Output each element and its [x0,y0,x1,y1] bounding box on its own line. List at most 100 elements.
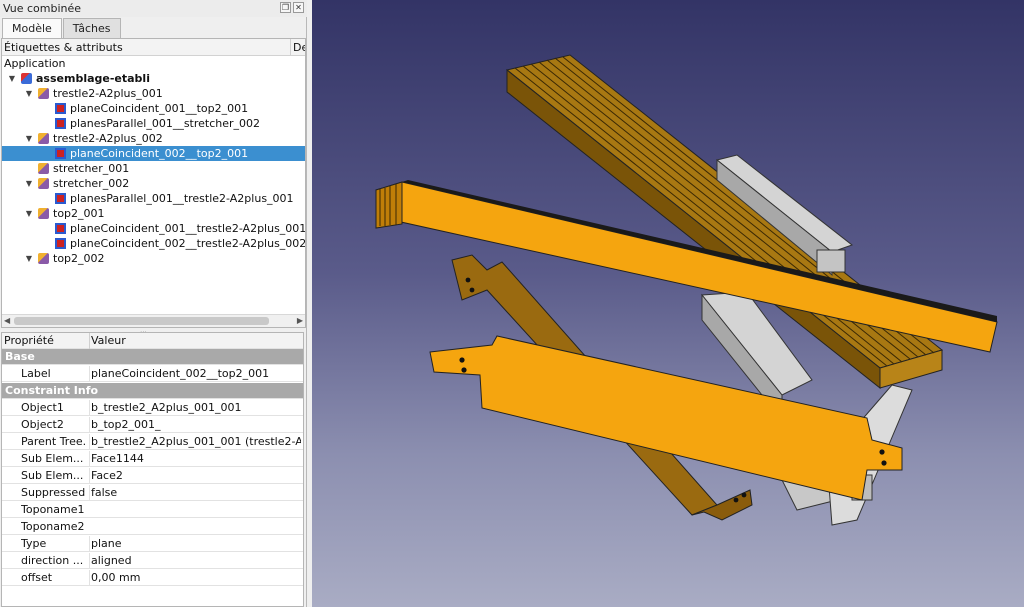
property-name: Toponame2 [21,520,85,533]
tree-item[interactable]: ▼ trestle2-A2plus_001 [2,86,305,101]
property-row[interactable]: Label planeCoincident_002__top2_001 [2,366,303,382]
part-icon [38,163,49,174]
scroll-right-icon[interactable]: ▶ [297,315,303,327]
property-name: offset [21,571,53,584]
property-editor: Propriété Valeur Base Label planeCoinciden… [1,332,304,607]
constraint-icon [55,193,66,204]
property-row[interactable]: Object2 b_top2_001_ [2,417,303,433]
property-row[interactable]: offset 0,00 mm [2,570,303,586]
expand-arrow-icon[interactable]: ▼ [24,206,34,221]
tree-root-label: Application [4,57,66,70]
property-value[interactable]: aligned [89,553,301,569]
tree-item-label: trestle2-A2plus_002 [53,132,163,145]
property-value[interactable]: b_trestle2_A2plus_001_001 [89,400,301,416]
tree-item-label: stretcher_002 [53,177,130,190]
property-name: Sub Elem... [21,469,84,482]
tree-item[interactable]: ▼ trestle2-A2plus_002 [2,131,305,146]
3d-model-render[interactable] [312,0,1024,607]
scroll-left-icon[interactable]: ◀ [4,315,10,327]
tab-model[interactable]: Modèle [2,18,62,39]
tree-item[interactable]: planeCoincident_001__trestle2-A2plus_001 [2,221,305,236]
property-row[interactable]: Type plane [2,536,303,552]
property-name: Parent Tree... [21,435,85,448]
tree-root-application[interactable]: Application [2,56,305,71]
constraint-icon [55,148,66,159]
property-row[interactable]: Sub Elem... Face2 [2,468,303,484]
assembly-icon [21,73,32,84]
property-name: Label [21,367,51,380]
property-value[interactable]: Face2 [89,468,301,484]
tree-item-label: planesParallel_001__stretcher_002 [70,117,261,130]
property-group[interactable]: Base [2,349,303,365]
property-value[interactable]: plane [89,536,301,552]
property-group[interactable]: Constraint Info [2,383,303,399]
property-name: Object2 [21,418,64,431]
tree-item[interactable]: ▼ assemblage-etabli [2,71,305,86]
property-row[interactable]: Suppressed false [2,485,303,501]
property-row[interactable]: Object1 b_trestle2_A2plus_001_001 [2,400,303,416]
tree-item[interactable]: ▼ top2_001 [2,206,305,221]
constraint-icon [55,223,66,234]
tree-item[interactable]: planeCoincident_002__top2_001 [2,146,305,161]
tree-item[interactable]: planeCoincident_002__trestle2-A2plus_002 [2,236,305,251]
tab-tasks[interactable]: Tâches [62,18,121,38]
tree-item-label: stretcher_001 [53,162,130,175]
property-value[interactable]: 0,00 mm [89,570,301,586]
property-name: Sub Elem... [21,452,84,465]
combined-view-panel: Vue combinée ❐ ✕ Modèle Tâches Étiquette… [0,0,307,607]
property-value[interactable]: false [89,485,301,501]
property-row[interactable]: direction ... aligned [2,553,303,569]
part-icon [38,208,49,219]
tree-item[interactable]: planesParallel_001__trestle2-A2plus_001 [2,191,305,206]
scrollbar-thumb[interactable] [14,317,269,325]
expand-arrow-icon[interactable]: ▼ [24,251,34,266]
property-row[interactable]: Toponame1 [2,502,303,518]
expand-arrow-icon[interactable]: ▼ [7,71,17,86]
tree-item[interactable]: ▼ stretcher_002 [2,176,305,191]
expand-arrow-icon[interactable]: ▼ [24,86,34,101]
tree-header: Étiquettes & attributs De [2,39,305,56]
property-value[interactable]: planeCoincident_002__top2_001 [89,366,301,382]
property-row[interactable]: Parent Tree... b_trestle2_A2plus_001_001 … [2,434,303,450]
tree-header-labels[interactable]: Étiquettes & attributs [4,41,123,54]
property-header-value: Valeur [89,333,301,349]
tree-item-label: trestle2-A2plus_001 [53,87,163,100]
property-name: Object1 [21,401,64,414]
tree-item-label: planeCoincident_001__trestle2-A2plus_001 [70,222,306,235]
tree-item-label: assemblage-etabli [36,72,150,85]
property-value[interactable]: b_trestle2_A2plus_001_001 (trestle2-A2..… [89,434,301,450]
property-name: Suppressed [21,486,85,499]
float-panel-icon[interactable]: ❐ [280,2,291,13]
tree-item[interactable]: stretcher_001 [2,161,305,176]
tree-item[interactable]: ▼ top2_002 [2,251,305,266]
part-icon [38,253,49,264]
tree-item-label: planeCoincident_002__trestle2-A2plus_002 [70,237,306,250]
property-row[interactable]: Sub Elem... Face1144 [2,451,303,467]
close-panel-icon[interactable]: ✕ [293,2,304,13]
property-name: direction ... [21,554,84,567]
tree-header-description[interactable]: De [290,39,305,56]
expand-arrow-icon[interactable]: ▼ [24,131,34,146]
tree-item-label: planeCoincident_002__top2_001 [70,147,249,160]
property-value[interactable]: Face1144 [89,451,301,467]
property-value[interactable]: b_top2_001_ [89,417,301,433]
constraint-icon [55,103,66,114]
3d-viewport[interactable] [312,0,1024,607]
tree-item[interactable]: planesParallel_001__stretcher_002 [2,116,305,131]
tree-item-label: top2_002 [53,252,105,265]
tree-item[interactable]: planeCoincident_001__top2_001 [2,101,305,116]
panel-titlebar: Vue combinée ❐ ✕ [0,0,307,17]
constraint-icon [55,238,66,249]
part-icon [38,133,49,144]
property-group-label: Constraint Info [5,384,99,397]
panel-title: Vue combinée [3,2,82,15]
property-name: Type [21,537,47,550]
tree-horizontal-scrollbar[interactable]: ◀ ▶ [2,314,305,327]
tree-item-label: top2_001 [53,207,105,220]
tree-item-label: planesParallel_001__trestle2-A2plus_001 [70,192,294,205]
property-name: Toponame1 [21,503,85,516]
property-group-label: Base [5,350,35,363]
panel-tabs: Modèle Tâches [2,18,122,39]
expand-arrow-icon[interactable]: ▼ [24,176,34,191]
property-row[interactable]: Toponame2 [2,519,303,535]
